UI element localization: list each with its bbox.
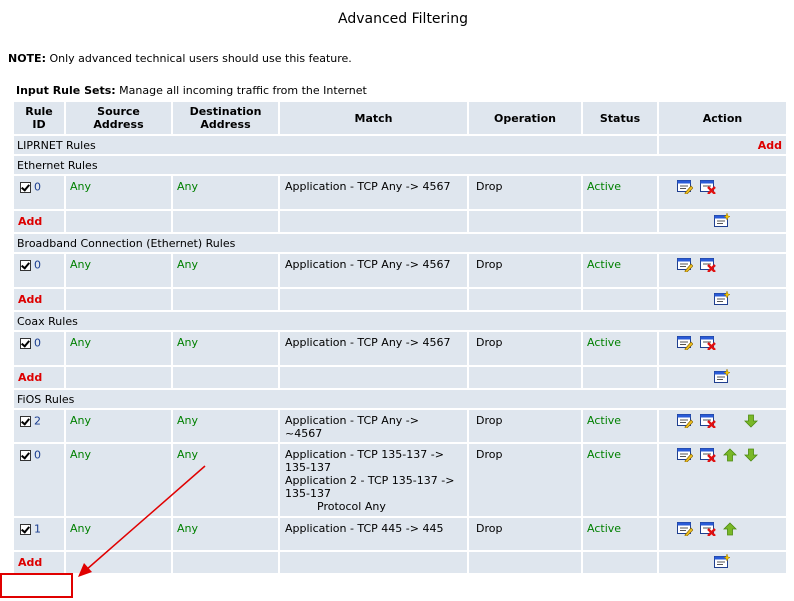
annotation-arrow [78,465,206,577]
